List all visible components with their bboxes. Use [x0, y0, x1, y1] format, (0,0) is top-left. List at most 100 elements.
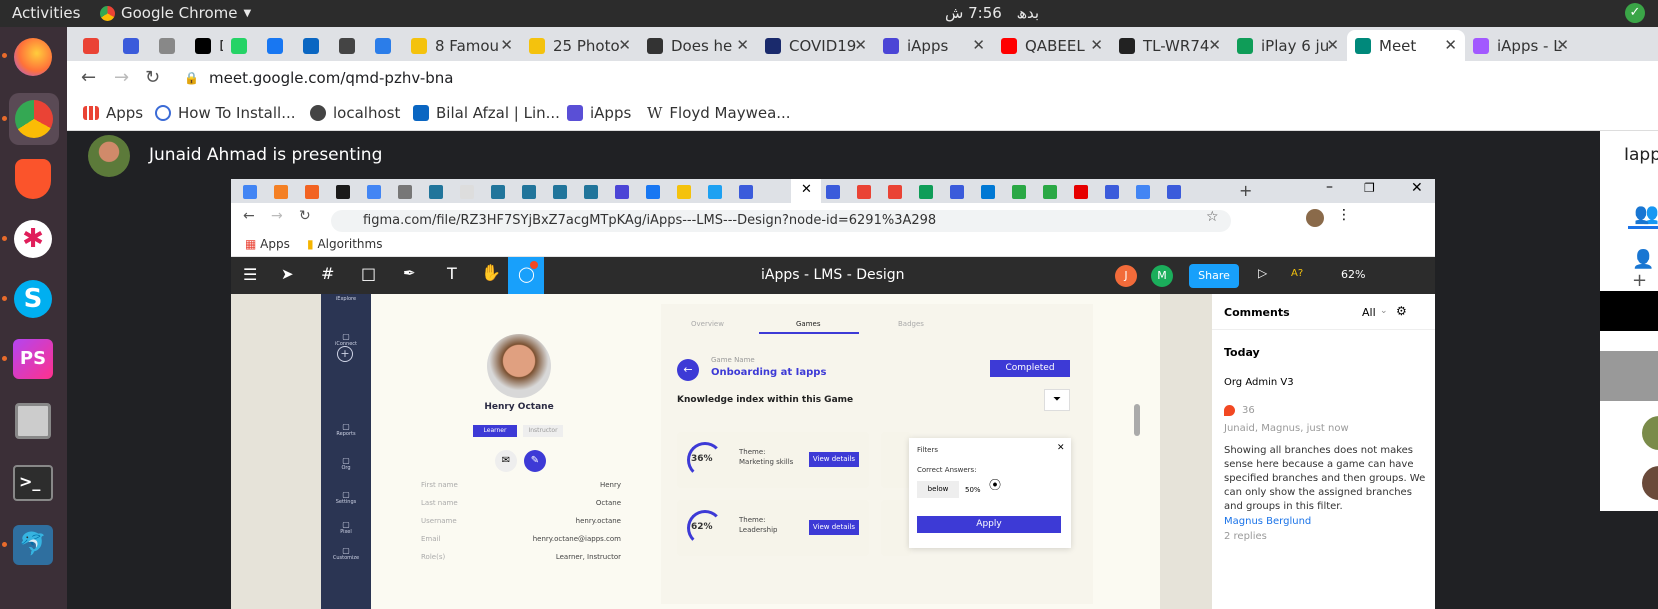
browser-tab[interactable]: DEV [187, 30, 223, 61]
add-icon[interactable]: + [337, 346, 353, 362]
shared-tab-favicon-icon[interactable] [1167, 185, 1181, 199]
edit-icon[interactable]: ✎ [524, 450, 546, 472]
design-sidebar-item[interactable]: ▢ Org [321, 456, 371, 471]
browser-tab[interactable]: iApps ✕ [875, 30, 993, 61]
a11y-icon[interactable]: A? [1291, 268, 1303, 279]
browser-tab[interactable]: Does he ✕ [639, 30, 757, 61]
back-icon[interactable]: ← [81, 67, 96, 88]
files-icon[interactable] [9, 397, 57, 445]
shared-bookmark-apps[interactable]: ▦ Apps [245, 237, 290, 251]
operator-select[interactable]: below [917, 481, 959, 498]
tab-close-icon[interactable]: ✕ [1090, 36, 1103, 54]
minimize-icon[interactable]: – [1326, 179, 1333, 195]
canvas-scrollbar[interactable] [1134, 404, 1140, 436]
browser-tab[interactable]: QABEEL ✕ [993, 30, 1111, 61]
shared-tab-favicon-icon[interactable] [708, 185, 722, 199]
tab-close-icon[interactable]: ✕ [1326, 36, 1339, 54]
activities-button[interactable]: Activities [12, 4, 80, 22]
browser-tab[interactable]: COVID19 ✕ [757, 30, 875, 61]
shared-tab-favicon-icon[interactable] [826, 185, 840, 199]
clock[interactable]: بدھ 7:56 ش [945, 4, 1039, 22]
browser-tab[interactable] [295, 30, 331, 61]
phpstorm-icon[interactable]: PS [9, 335, 57, 383]
back-arrow-icon[interactable]: ← [677, 359, 699, 381]
bookmark-floyd[interactable]: W Floyd Maywea... [647, 104, 791, 122]
shared-active-tab[interactable]: ✕ [791, 179, 821, 203]
shared-url-field[interactable]: figma.com/file/RZ3HF7SYjBxZ7acgMTpKAg/iA… [331, 210, 1231, 232]
shared-tab-favicon-icon[interactable] [243, 185, 257, 199]
shared-tab-favicon-icon[interactable] [950, 185, 964, 199]
browser-tab[interactable] [367, 30, 403, 61]
tab-close-icon[interactable]: ✕ [1556, 36, 1569, 54]
shared-tab-favicon-icon[interactable] [367, 185, 381, 199]
zoom-level[interactable]: 62% [1341, 268, 1365, 281]
tab-close-icon[interactable]: ✕ [854, 36, 867, 54]
tab-close-icon[interactable]: ✕ [972, 36, 985, 54]
add-people-icon[interactable]: 👤+ [1632, 249, 1658, 291]
shared-tab-favicon-icon[interactable] [274, 185, 288, 199]
tab-close-icon[interactable]: ✕ [618, 36, 631, 54]
shared-tab-favicon-icon[interactable] [919, 185, 933, 199]
shared-tab-favicon-icon[interactable] [615, 185, 629, 199]
view-details-button[interactable]: View details [809, 452, 859, 467]
brave-icon[interactable] [9, 155, 57, 203]
forward-icon[interactable]: → [114, 67, 129, 88]
design-tab[interactable]: Games [796, 320, 821, 328]
browser-tab[interactable] [75, 30, 115, 61]
shared-tab-favicon-icon[interactable] [646, 185, 660, 199]
bookmark-apps[interactable]: Apps [83, 104, 143, 122]
shared-reload-icon[interactable]: ↻ [299, 208, 311, 224]
tab-close-icon[interactable]: ✕ [736, 36, 749, 54]
threshold-value[interactable]: 50% [965, 486, 981, 494]
menu-icon[interactable]: ⋮ [1337, 207, 1351, 223]
browser-tab[interactable]: 8 Famou ✕ [403, 30, 521, 61]
shared-tab-favicon-icon[interactable] [305, 185, 319, 199]
reload-icon[interactable]: ↻ [145, 67, 160, 88]
app-menu[interactable]: Google Chrome ▼ [100, 4, 251, 22]
close-icon[interactable]: ✕ [1057, 443, 1065, 453]
shared-tab-favicon-icon[interactable] [677, 185, 691, 199]
browser-tab[interactable] [151, 30, 187, 61]
bookmark-linkedin[interactable]: Bilal Afzal | Lin... [413, 104, 560, 122]
skype-icon[interactable]: S [9, 275, 57, 323]
mysql-workbench-icon[interactable]: 🐬 [9, 521, 57, 569]
design-sidebar-item[interactable]: ▢ iConnect [321, 332, 371, 347]
comment-tool-button[interactable]: ◯ [508, 257, 544, 294]
chrome-dock-icon[interactable] [9, 93, 59, 145]
terminal-icon[interactable]: >_ [9, 459, 57, 507]
filter-icon[interactable]: ⏷ [1044, 389, 1070, 411]
browser-tab[interactable] [259, 30, 295, 61]
shared-tab-favicon-icon[interactable] [460, 185, 474, 199]
browser-tab[interactable]: TL-WR74 ✕ [1111, 30, 1229, 61]
design-sidebar-item[interactable]: ▢ Settings [321, 490, 371, 505]
new-tab-icon[interactable]: + [1239, 181, 1252, 200]
bookmark-how-to-install[interactable]: How To Install... [155, 104, 296, 122]
shared-tab-favicon-icon[interactable] [1012, 185, 1026, 199]
comment-replies[interactable]: 2 replies [1224, 531, 1267, 542]
file-title[interactable]: iApps - LMS - Design [761, 267, 905, 283]
shared-tab-favicon-icon[interactable] [1043, 185, 1057, 199]
tab-close-icon[interactable]: ✕ [500, 36, 513, 54]
comments-filter[interactable]: All [1362, 306, 1376, 319]
settings-sliders-icon[interactable]: ⚙ [1396, 304, 1407, 318]
design-sidebar-item[interactable]: ▢ Pixel [321, 520, 371, 535]
firefox-icon[interactable] [9, 33, 57, 81]
shared-tab-favicon-icon[interactable] [1105, 185, 1119, 199]
move-tool-icon[interactable]: ➤ [281, 265, 294, 283]
mail-icon[interactable]: ✉ [495, 450, 517, 472]
text-tool-icon[interactable]: T [447, 264, 457, 283]
people-icon[interactable]: 👥 [1634, 201, 1658, 225]
browser-tab[interactable]: iPlay 6 ju ✕ [1229, 30, 1347, 61]
design-sidebar-item[interactable]: ▢ Customize [321, 546, 371, 561]
avatar-m[interactable]: M [1151, 265, 1173, 287]
browser-tab[interactable]: Meet ✕ [1347, 30, 1465, 61]
maximize-icon[interactable]: ❐ [1364, 181, 1375, 195]
avatar-j[interactable]: J [1115, 265, 1137, 287]
share-button[interactable]: Share [1189, 264, 1239, 288]
shared-tab-favicon-icon[interactable] [398, 185, 412, 199]
shared-bookmark-algorithms[interactable]: ▮ Algorithms [307, 237, 382, 251]
shared-tab-favicon-icon[interactable] [1136, 185, 1150, 199]
shared-tab-favicon-icon[interactable] [1074, 185, 1088, 199]
shared-tab-favicon-icon[interactable] [857, 185, 871, 199]
present-tile[interactable] [1600, 351, 1658, 401]
